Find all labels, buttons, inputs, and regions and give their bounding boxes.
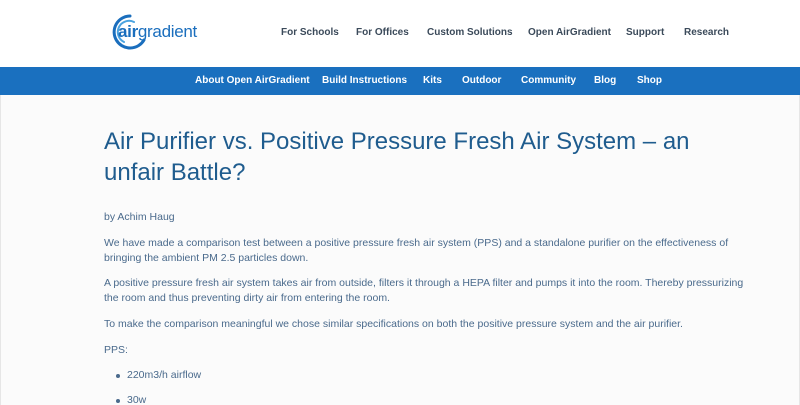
nav-about-open-airgradient[interactable]: About Open AirGradient	[195, 75, 310, 86]
bullet-dot-icon	[116, 399, 120, 403]
bullet-dot-icon	[116, 374, 120, 378]
nav-support[interactable]: Support	[626, 27, 664, 38]
article-byline: by Achim Haug	[104, 211, 175, 223]
nav-open-airgradient[interactable]: Open AirGradient	[528, 27, 611, 38]
article-paragraph-pps: PPS:	[104, 344, 128, 356]
nav-kits[interactable]: Kits	[423, 75, 442, 86]
site-header: airgradient For Schools For Offices Cust…	[0, 0, 800, 67]
secondary-navigation-bar: About Open AirGradient Build Instruction…	[0, 67, 800, 95]
nav-for-offices[interactable]: For Offices	[356, 27, 409, 38]
nav-custom-solutions[interactable]: Custom Solutions	[427, 27, 513, 38]
article-title: Air Purifier vs. Positive Pressure Fresh…	[104, 128, 690, 186]
top-navigation: For Schools For Offices Custom Solutions…	[0, 27, 800, 41]
list-item-label: 220m3/h airflow	[127, 369, 202, 381]
nav-build-instructions[interactable]: Build Instructions	[322, 75, 407, 86]
nav-shop[interactable]: Shop	[637, 75, 662, 86]
nav-community[interactable]: Community	[521, 75, 576, 86]
nav-research[interactable]: Research	[684, 27, 729, 38]
article-paragraph: To make the comparison meaningful we cho…	[104, 318, 683, 330]
list-item-label: 30w	[127, 394, 147, 405]
nav-blog[interactable]: Blog	[594, 75, 616, 86]
article-paragraph: We have made a comparison test between a…	[104, 237, 729, 264]
nav-for-schools[interactable]: For Schools	[281, 27, 339, 38]
nav-outdoor[interactable]: Outdoor	[462, 75, 501, 86]
article-paragraph: A positive pressure fresh air system tak…	[104, 277, 744, 304]
